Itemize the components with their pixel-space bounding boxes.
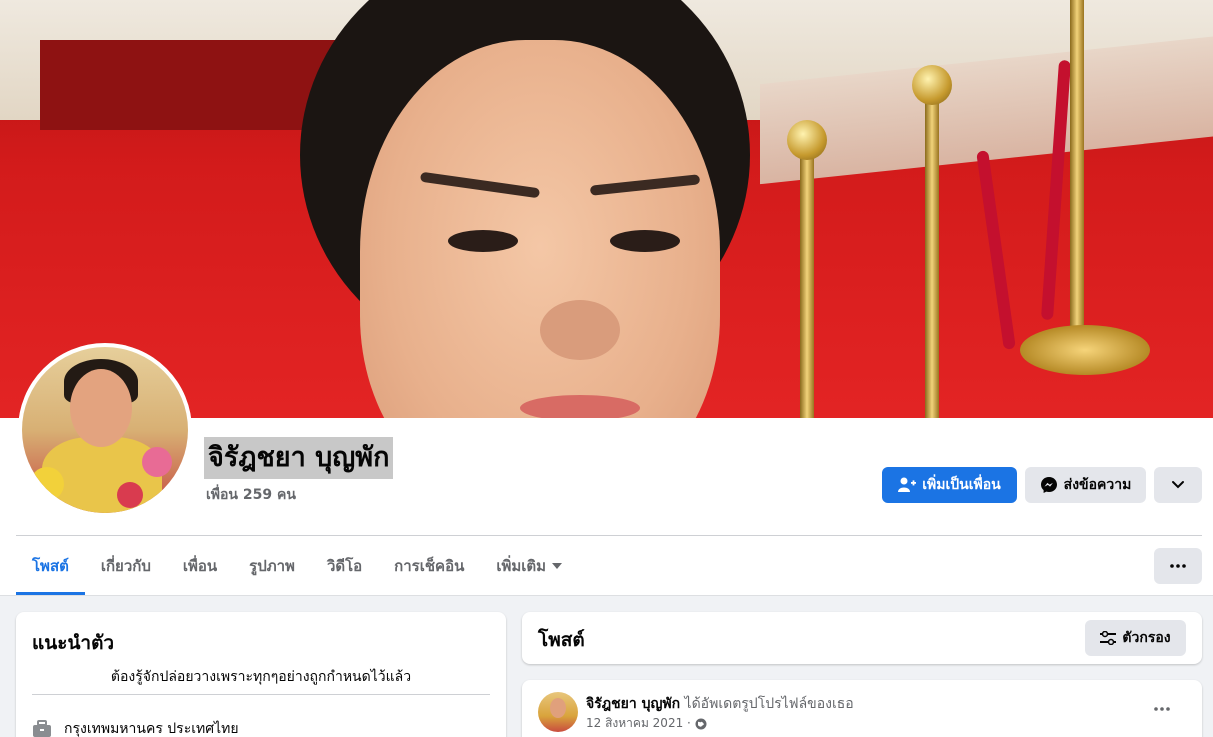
post-date[interactable]: 12 สิงหาคม 2021 · [586,714,691,733]
filter-button[interactable]: ตัวกรอง [1085,620,1186,656]
add-friend-button[interactable]: เพิ่มเป็นเพื่อน [882,467,1017,503]
post-card: จิรัฎชยา บุญพัก ได้อัพเดตรูปโปรไฟล์ของเธ… [522,680,1202,737]
tabs-more-button[interactable] [1154,548,1202,584]
post-avatar[interactable] [538,692,578,732]
caret-down-icon [552,563,563,569]
add-friend-icon [898,477,917,492]
post-options-button[interactable] [1154,696,1170,715]
tab-about[interactable]: เกี่ยวกับ [85,537,167,595]
profile-name: จิรัฎชยา บุญพัก [204,437,394,479]
tab-more[interactable]: เพิ่มเติม [480,537,578,595]
chevron-down-icon [1172,481,1184,489]
cover-photo[interactable] [0,0,1213,418]
header-divider [16,535,1202,536]
ellipsis-icon [1170,564,1186,568]
tab-videos[interactable]: วิดีโอ [311,537,378,595]
intro-location[interactable]: กรุงเทพมหานคร ประเทศไทย [32,718,239,737]
friends-count[interactable]: เพื่อน 259 คน [206,484,296,506]
globe-icon [695,718,707,729]
tab-photos[interactable]: รูปภาพ [233,537,311,595]
message-button[interactable]: ส่งข้อความ [1025,467,1146,503]
messenger-icon [1040,477,1057,493]
add-friend-label: เพิ่มเป็นเพื่อน [922,477,1001,493]
ellipsis-icon [1154,707,1170,711]
message-label: ส่งข้อความ [1063,477,1132,493]
filter-icon [1100,631,1117,645]
post-action: ได้อัพเดตรูปโปรไฟล์ของเธอ [684,696,854,712]
profile-tabs: โพสต์ เกี่ยวกับ เพื่อน รูปภาพ วิดีโอ การ… [16,537,578,595]
posts-title: โพสต์ [538,629,585,651]
tab-posts[interactable]: โพสต์ [16,537,85,595]
post-author[interactable]: จิรัฎชยา บุญพัก [586,696,680,712]
intro-title: แนะนำตัว [32,632,115,654]
tab-checkins[interactable]: การเช็คอิน [378,537,480,595]
profile-avatar[interactable] [18,343,192,517]
tab-friends[interactable]: เพื่อน [167,537,233,595]
intro-divider [32,694,490,695]
posts-header-card: โพสต์ ตัวกรอง [522,612,1202,664]
intro-card: แนะนำตัว ต้องรู้จักปล่อยวางเพราะทุกๆอย่า… [16,612,506,737]
intro-bio: ต้องรู้จักปล่อยวางเพราะทุกๆอย่างถูกกำหนด… [110,669,412,685]
briefcase-icon [33,720,51,737]
more-options-button[interactable] [1154,467,1202,503]
